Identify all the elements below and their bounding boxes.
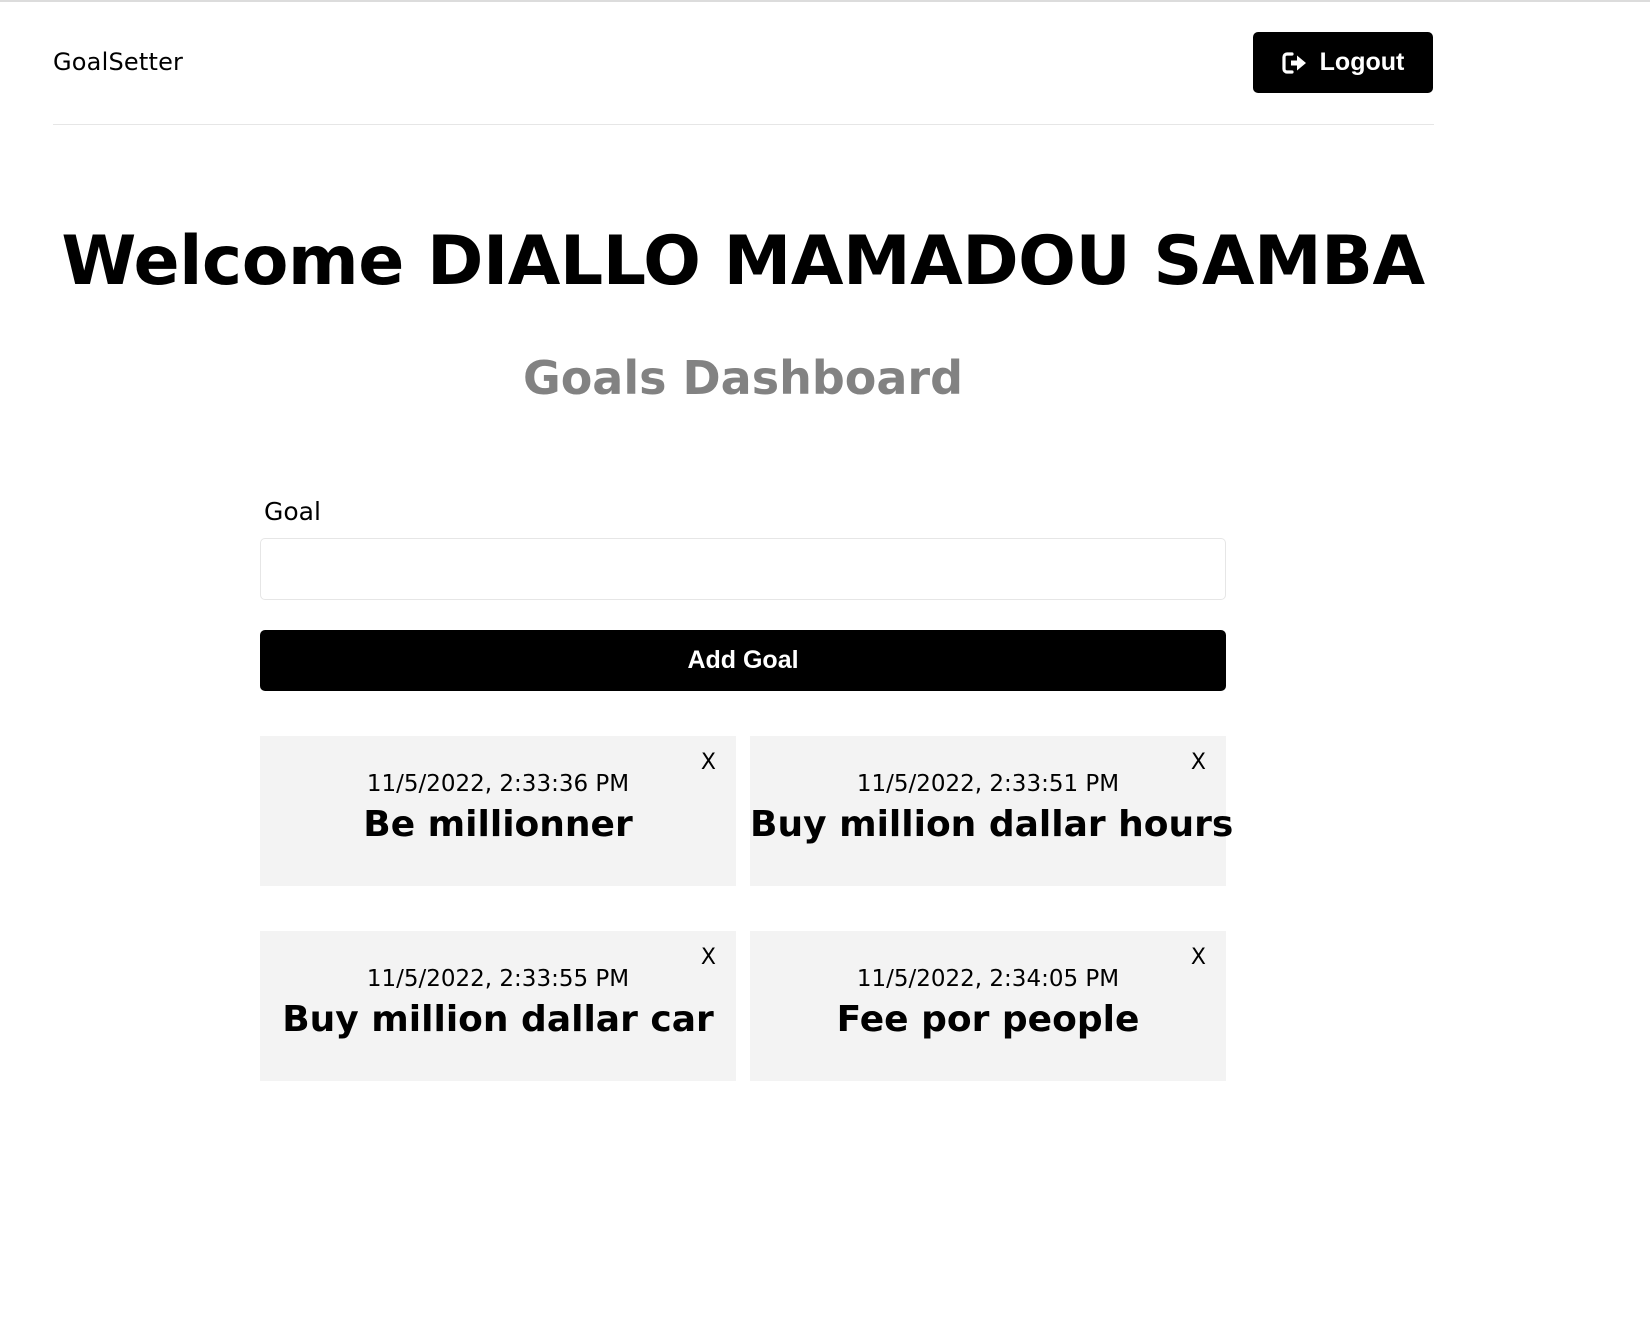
goal-input[interactable] [260, 538, 1226, 600]
logout-button[interactable]: Logout [1253, 32, 1433, 93]
delete-goal-button[interactable]: X [1191, 750, 1206, 776]
goal-card: 11/5/2022, 2:33:51 PM Buy million dallar… [750, 736, 1234, 886]
app-header: GoalSetter Logout [53, 0, 1434, 125]
brand-logo[interactable]: GoalSetter [53, 47, 183, 77]
delete-goal-button[interactable]: X [701, 945, 716, 971]
goal-date: 11/5/2022, 2:33:36 PM [366, 771, 630, 797]
goal-text: Buy million dallar hours [750, 804, 1234, 845]
add-goal-button[interactable]: Add Goal [260, 630, 1226, 691]
logout-label: Logout [1319, 48, 1405, 76]
delete-goal-button[interactable]: X [701, 750, 716, 776]
welcome-heading: Welcome DIALLO MAMADOU SAMBA [61, 222, 1425, 301]
goal-date: 11/5/2022, 2:34:05 PM [856, 966, 1120, 992]
goal-date: 11/5/2022, 2:33:55 PM [366, 966, 630, 992]
goal-text: Be millionner [363, 804, 633, 845]
goals-list: 11/5/2022, 2:33:36 PM Be millionner X 11… [260, 736, 1234, 1081]
goal-text: Buy million dallar car [282, 999, 714, 1040]
dashboard-subtitle: Goals Dashboard [522, 351, 964, 405]
goal-text: Fee por people [836, 999, 1140, 1040]
goal-card: 11/5/2022, 2:34:05 PM Fee por people X [750, 931, 1226, 1081]
goal-field-label: Goal [264, 497, 321, 526]
delete-goal-button[interactable]: X [1191, 945, 1206, 971]
goal-date: 11/5/2022, 2:33:51 PM [856, 771, 1120, 797]
goal-card: 11/5/2022, 2:33:55 PM Buy million dallar… [260, 931, 736, 1081]
sign-out-icon [1282, 51, 1308, 75]
goal-card: 11/5/2022, 2:33:36 PM Be millionner X [260, 736, 736, 886]
